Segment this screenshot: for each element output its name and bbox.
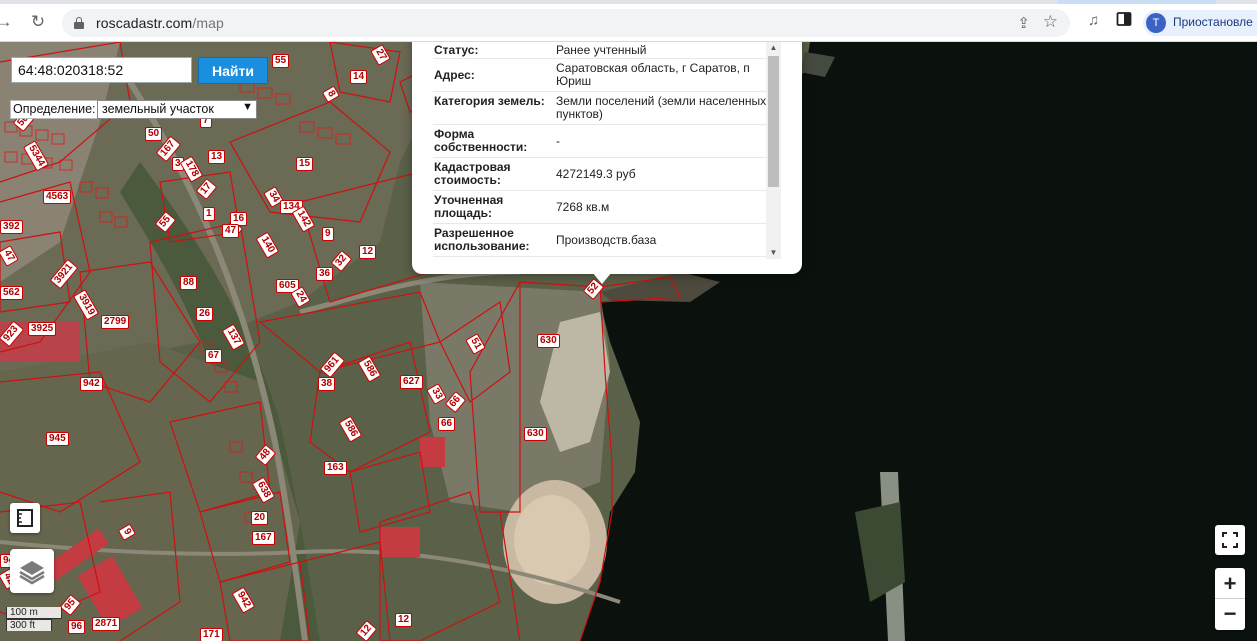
info-row-value: 7268 кв.м [556,200,610,214]
parcel-number-label[interactable]: 2799 [101,315,130,329]
parcel-number-label[interactable]: 12 [359,245,377,259]
share-icon[interactable]: ⇪ [1017,14,1030,32]
scale-imperial: 300 ft [6,619,52,631]
info-row: Статус: Ранее учтенный [433,42,775,59]
scale-metric: 100 m [6,607,62,619]
info-row: Кадастровая стоимость: 4272149.3 руб [433,158,775,191]
layers-button[interactable] [10,549,54,593]
profile-button[interactable]: T Приостановле [1143,10,1257,36]
parcel-number-label[interactable]: 20 [251,511,269,525]
info-row-key: Статус: [434,43,479,57]
bookmark-star-icon[interactable]: ☆ [1043,12,1058,32]
zoom-out-button[interactable]: − [1215,599,1245,630]
scroll-down-icon[interactable]: ▼ [766,247,781,259]
parcel-number-label[interactable]: 630 [537,334,560,348]
info-row: Разрешенное использование: Производств.ба… [433,224,775,257]
parcel-number-label[interactable]: 3925 [28,322,57,336]
info-row-value: Производств.база [556,233,657,247]
media-control-icon[interactable]: ♫ [1088,12,1099,29]
find-button[interactable]: Найти [198,57,268,84]
parcel-number-label[interactable]: 163 [324,461,347,475]
scroll-up-icon[interactable]: ▲ [766,42,781,54]
profile-status-label: Приостановле [1173,15,1253,29]
parcel-number-label[interactable]: 630 [524,427,547,441]
parcel-number-label[interactable]: 4563 [43,190,72,204]
reload-icon[interactable]: ↻ [28,12,48,32]
parcel-info-table: Статус: Ранее учтенный Адрес: Саратовская о… [433,42,775,257]
url-path: /map [192,15,224,31]
parcel-number-label[interactable]: 47 [222,224,240,238]
fullscreen-button[interactable] [1215,525,1245,555]
parcel-number-label[interactable]: 88 [180,276,198,290]
chevron-down-icon: ▼ [242,101,253,113]
url-text[interactable]: roscadastr.com/map [96,15,224,31]
layers-icon [19,561,45,585]
parcel-number-label[interactable]: 50 [145,127,163,141]
parcel-number-label[interactable]: 12 [395,613,413,627]
parcel-number-label[interactable]: 66 [438,417,456,431]
info-row: Адрес: Саратовская область, г Саратов, п … [433,59,775,92]
info-row: Категория земель: Земли поселений (земли … [433,92,775,125]
parcel-number-label[interactable]: 26 [196,307,214,321]
lock-icon[interactable] [74,17,84,29]
parcel-number-label[interactable]: 9 [322,227,334,241]
zoom-in-button[interactable]: + [1215,568,1245,599]
active-tab-edge[interactable] [1057,0,1217,4]
info-row-value: Саратовская область, г Саратов, п Юриш [556,61,750,88]
parcel-number-label[interactable]: 36 [316,267,334,281]
info-row-key: Уточненная площадь: [434,193,504,220]
info-row-value: 4272149.3 руб [556,167,636,181]
parcel-number-label[interactable]: 945 [46,432,69,446]
parcel-number-label[interactable]: 55 [272,54,290,68]
parcel-number-label[interactable]: 38 [318,377,336,391]
parcel-info-popup: Статус: Ранее учтенный Адрес: Саратовская о… [412,42,802,284]
definition-selected-value: земельный участок [102,102,214,116]
cadastral-map[interactable]: 5527501487501673131781517341341142516140… [0,42,1257,641]
parcel-number-label[interactable]: 562 [0,286,23,300]
parcel-number-label[interactable]: 171 [200,628,223,641]
parcel-number-label[interactable]: 392 [0,220,23,234]
parcel-number-label[interactable]: 15 [296,157,314,171]
parcel-number-label[interactable]: 67 [205,349,223,363]
zoom-control: + − [1215,568,1245,630]
side-panel-icon[interactable] [1116,11,1132,31]
info-row-key: Кадастровая стоимость: [434,160,511,187]
address-bar[interactable]: roscadastr.com/map ⇪ ☆ [62,9,1070,37]
scroll-thumb[interactable] [768,56,779,187]
info-row: Уточненная площадь: 7268 кв.м [433,191,775,224]
parcel-number-label[interactable]: 14 [350,70,368,84]
definition-selector: Определение: земельный участок ▼ [10,100,257,119]
definition-dropdown[interactable]: земельный участок ▼ [97,100,257,119]
browser-toolbar: → ↻ roscadastr.com/map ⇪ ☆ ♫ T Приостано… [0,0,1257,42]
info-row-value: Земли поселений (земли населенных пункто… [556,94,767,121]
info-row-key: Разрешенное использование: [434,226,530,253]
parcel-number-label[interactable]: 2871 [92,617,121,631]
scale-bar: 100 m 300 ft [6,607,70,631]
parcel-number-label[interactable]: 96 [68,620,86,634]
parcel-number-label[interactable]: 167 [252,531,275,545]
parcel-number-label[interactable]: 627 [400,375,423,389]
ruler-button[interactable] [10,503,40,533]
popup-scrollbar[interactable]: ▲ ▼ [766,42,781,259]
definition-label: Определение: [13,102,96,116]
ruler-icon [17,509,33,527]
tab-strip [0,0,1257,4]
forward-icon[interactable]: → [0,12,14,32]
cadastral-number-input[interactable]: 64:48:020318:52 [11,57,192,83]
popup-pointer [592,272,612,284]
info-row-key: Адрес: [434,68,475,82]
info-row-key: Форма собственности: [434,127,528,154]
parcel-number-label[interactable]: 1 [203,207,215,221]
info-row-key: Категория земель: [434,94,545,108]
info-row: Форма собственности: - [433,125,775,158]
info-row-value: Ранее учтенный [556,43,647,57]
info-row-value: - [556,134,560,148]
url-host: roscadastr.com [96,15,193,31]
parcel-number-label[interactable]: 942 [80,377,103,391]
avatar: T [1146,13,1166,33]
parcel-number-label[interactable]: 13 [208,150,226,164]
fullscreen-icon [1222,532,1238,548]
